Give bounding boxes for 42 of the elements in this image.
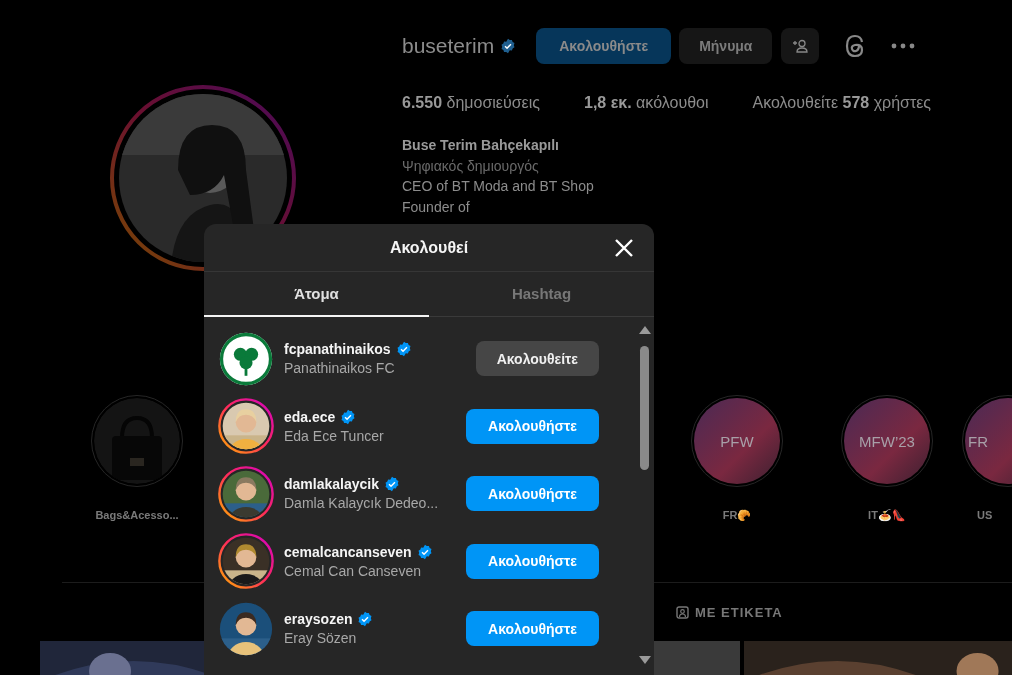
scroll-down-icon[interactable] bbox=[638, 655, 652, 665]
category: Ψηφιακός δημιουργός bbox=[402, 156, 540, 176]
add-person-icon[interactable] bbox=[781, 28, 820, 64]
account-full-name: Cemal Can Canseven bbox=[284, 562, 422, 579]
account-username[interactable]: eraysozen bbox=[284, 611, 353, 628]
avatar[interactable] bbox=[218, 465, 274, 522]
follow-button[interactable]: Ακολουθήστε bbox=[466, 408, 599, 444]
highlight-label: US bbox=[977, 509, 993, 521]
follow-button[interactable]: Ακολουθήστε bbox=[466, 543, 599, 579]
highlight-label: Bags&Acesso... bbox=[95, 509, 179, 521]
scroll-up-icon[interactable] bbox=[638, 325, 652, 335]
account-full-name: Eda Ece Tuncer bbox=[284, 427, 385, 444]
dialog-tab[interactable]: Άτομα bbox=[204, 272, 429, 317]
account-username[interactable]: damlakalaycik bbox=[284, 476, 379, 493]
profile-stat[interactable]: 6.550 δημοσιεύσεις bbox=[402, 94, 540, 112]
account-username[interactable]: cemalcancanseven bbox=[284, 543, 412, 560]
avatar[interactable] bbox=[218, 398, 274, 455]
highlight-label: FR🥐 bbox=[722, 509, 752, 522]
username: buseterim bbox=[402, 34, 495, 58]
account-username[interactable]: eda.ece bbox=[284, 408, 336, 425]
account-full-name: Panathinaikos FC bbox=[284, 360, 396, 377]
follow-button[interactable]: Ακολουθήστε bbox=[466, 611, 599, 647]
profile-stat[interactable]: 1,8 εκ. ακόλουθοι bbox=[584, 94, 709, 112]
bio-line: Founder of bbox=[402, 197, 471, 217]
tagged-icon bbox=[676, 605, 689, 619]
dialog-title: Ακολουθεί bbox=[389, 238, 469, 257]
avatar[interactable] bbox=[218, 533, 274, 590]
account-full-name: Eray Sözen bbox=[284, 630, 358, 647]
more-icon[interactable] bbox=[891, 43, 916, 49]
profile-tab[interactable]: ΜΕ ΕΤΙΚΕΤΑ bbox=[676, 604, 783, 620]
scrollbar-thumb[interactable] bbox=[640, 346, 649, 470]
full-name: Buse Terim Bahçekapılı bbox=[402, 136, 560, 155]
message-button[interactable]: Μήνυμα bbox=[679, 28, 773, 64]
dialog-tab[interactable]: Hashtag bbox=[429, 272, 654, 317]
following-button[interactable]: Ακολουθείτε bbox=[475, 341, 599, 377]
follow-button[interactable]: Ακολουθήστε bbox=[466, 476, 599, 512]
profile-stat[interactable]: Ακολουθείτε 578 χρήστες bbox=[752, 94, 932, 112]
bio-line: CEO of BT Moda and BT Shop bbox=[402, 177, 595, 196]
account-full-name: Damla Kalaycık Dedeo... bbox=[284, 495, 440, 512]
follow-button[interactable]: Ακολουθήστε bbox=[536, 28, 672, 64]
highlight-label: IT🍝👠 bbox=[868, 509, 906, 522]
account-username[interactable]: fcpanathinaikos bbox=[284, 341, 391, 358]
